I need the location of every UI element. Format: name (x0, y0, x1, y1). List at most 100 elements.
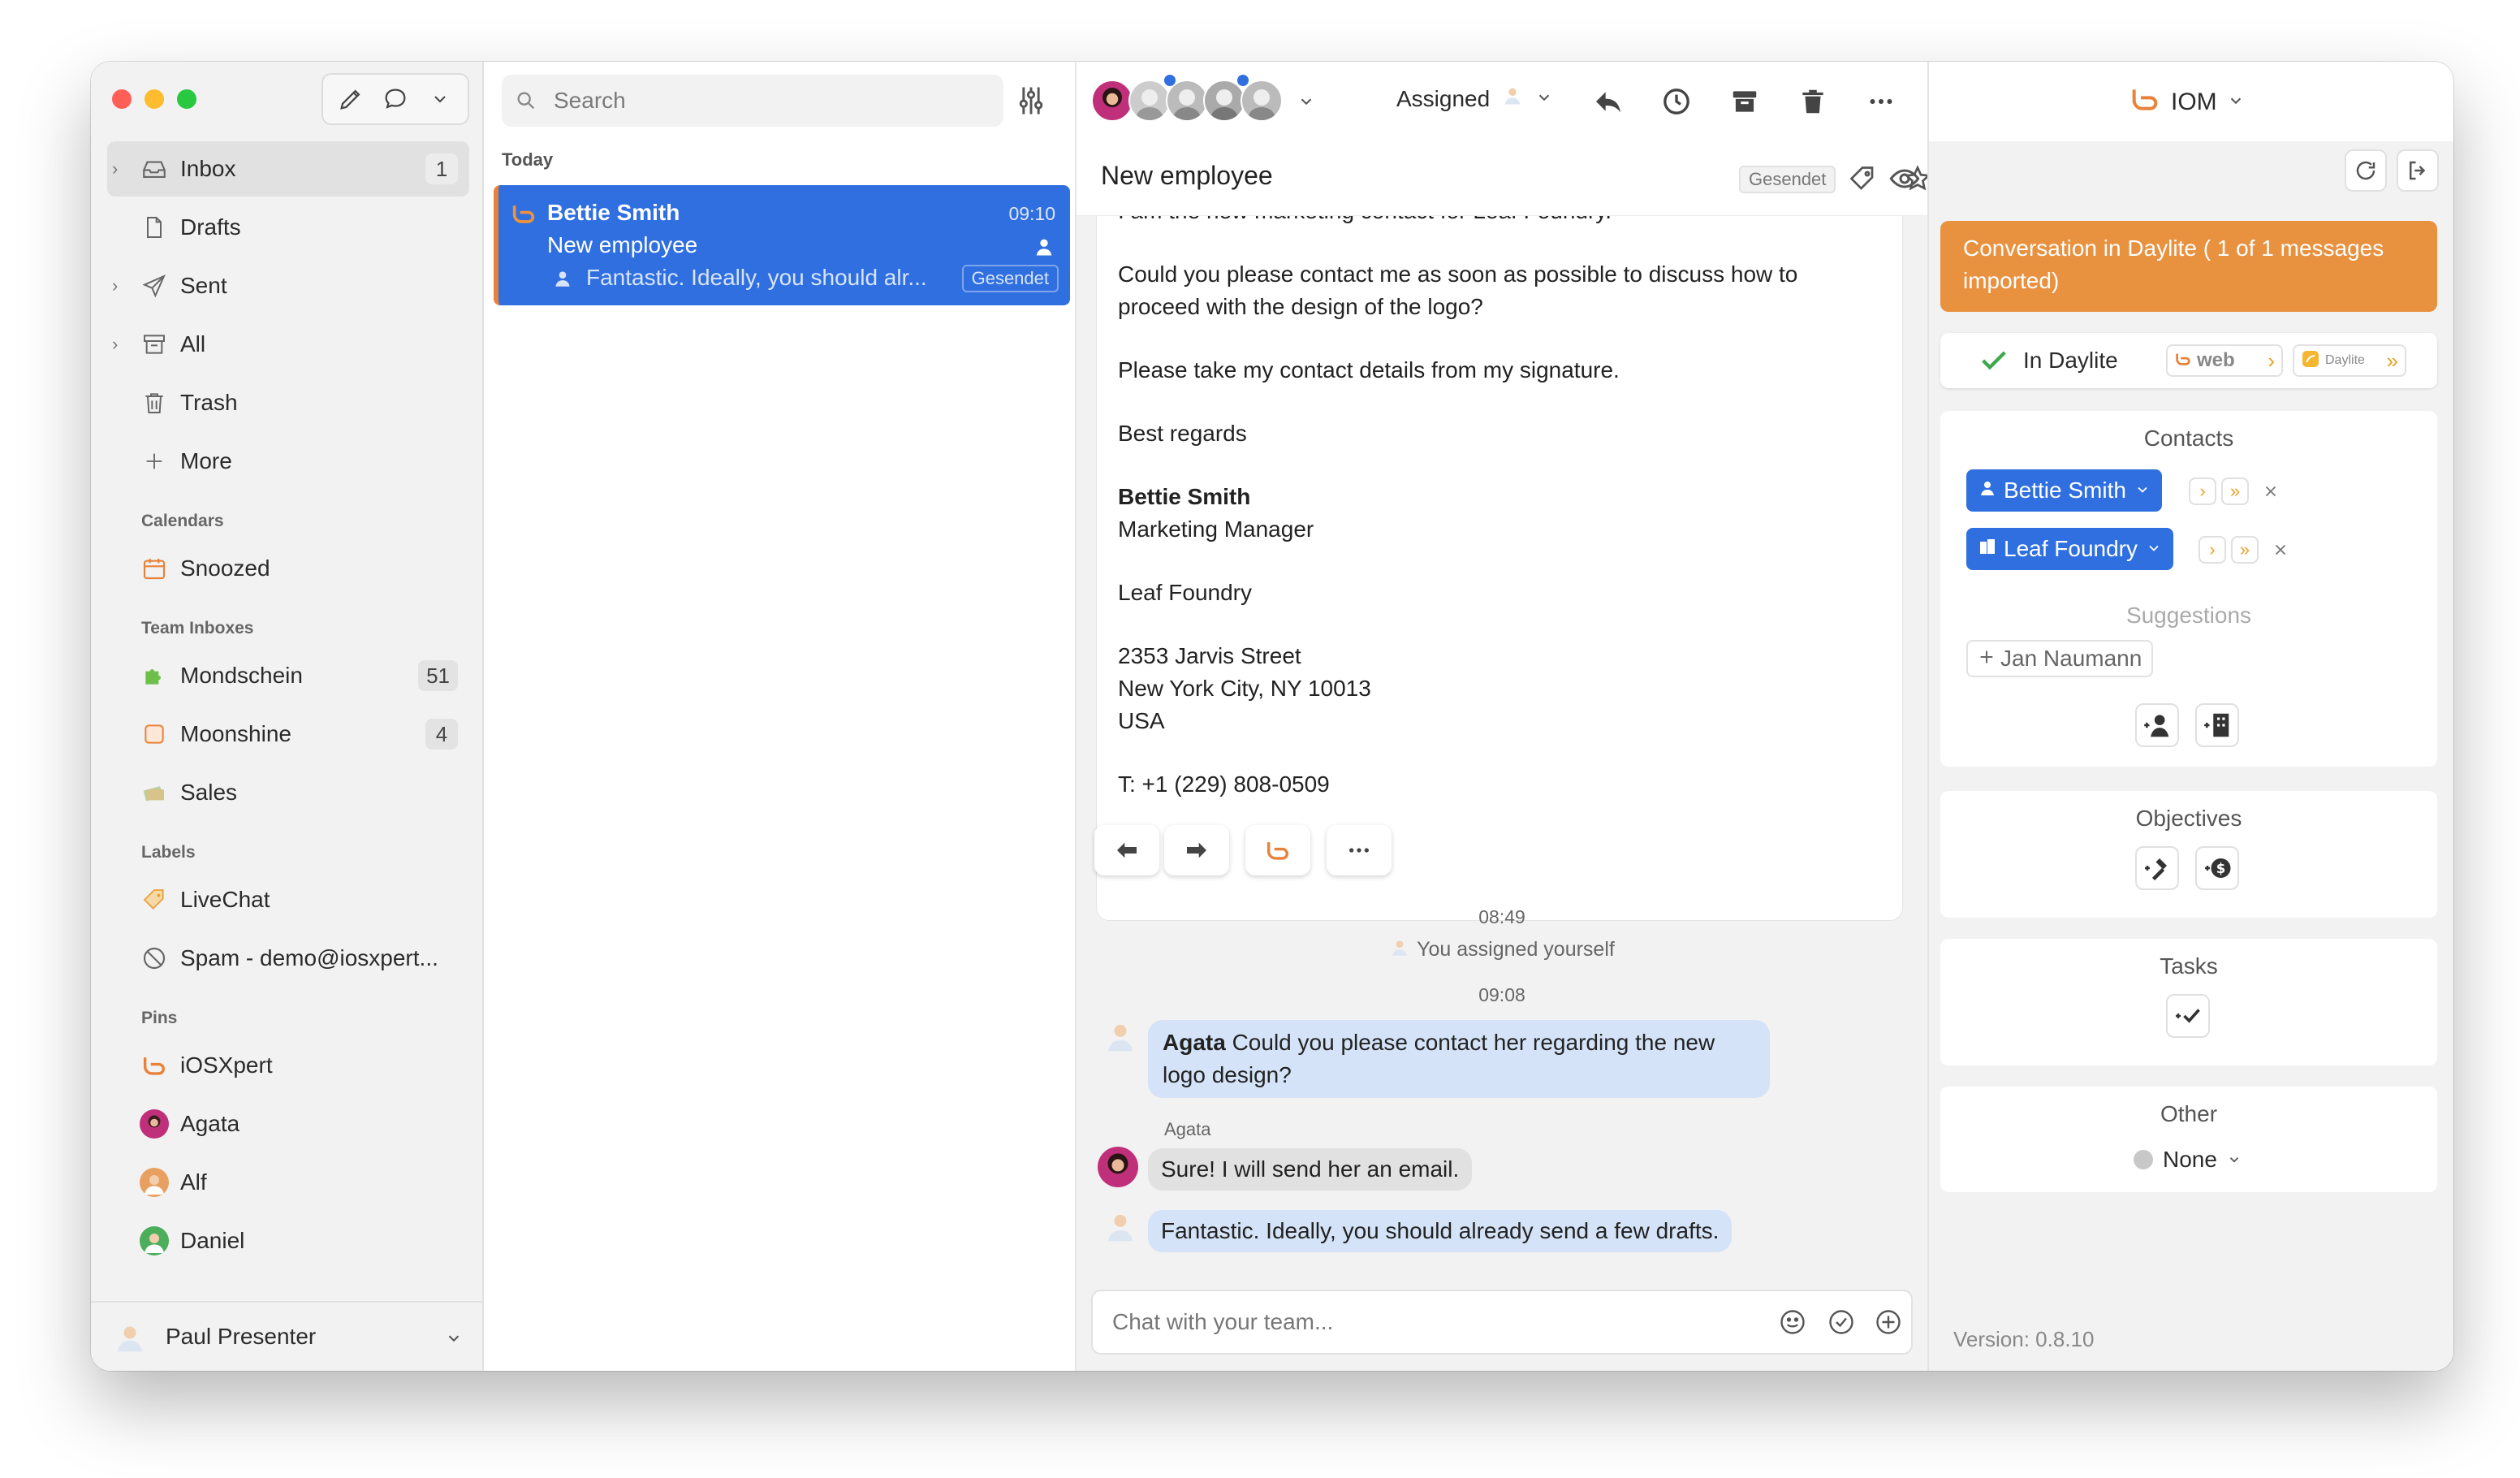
delete-trash-button[interactable] (1793, 81, 1833, 122)
chat-timestamp: 08:49 (1478, 906, 1525, 927)
address-line: 2353 Jarvis Street (1118, 643, 1301, 668)
chevron-right-icon[interactable]: › (112, 158, 128, 179)
zoom-window-button[interactable] (177, 89, 196, 109)
email-signature: Bettie Smith Marketing Manager (1118, 481, 1881, 546)
open-contact-web-button[interactable]: › (2199, 536, 2226, 564)
open-contact-daylite-button[interactable]: » (2221, 478, 2249, 505)
address-line: New York City, NY 10013 (1118, 676, 1371, 701)
chat-placeholder: Chat with your team... (1112, 1309, 1334, 1334)
chevron-down-icon[interactable] (421, 80, 460, 119)
open-in-web-button[interactable]: web › (2166, 344, 2283, 377)
emoji-icon[interactable] (1778, 1307, 1807, 1342)
sidebar-item-label: Drafts (180, 214, 241, 240)
person-icon (552, 268, 573, 293)
inbox-icon (140, 154, 169, 184)
chat-author-label: Agata (1164, 1119, 1211, 1139)
account-selector[interactable]: IOM (2129, 83, 2245, 122)
add-project-button[interactable] (2135, 846, 2179, 890)
iosxpert-logo-icon[interactable] (1245, 825, 1310, 875)
sidebar-item-moonshine[interactable]: Moonshine 4 (107, 707, 469, 762)
add-company-button[interactable] (2195, 703, 2239, 747)
person-icon (1978, 478, 1997, 503)
svg-text:$: $ (2216, 861, 2225, 876)
close-window-button[interactable] (112, 89, 132, 109)
sidebar-item-trash[interactable]: Trash (107, 375, 469, 430)
sidebar-item-snoozed[interactable]: Snoozed (107, 541, 469, 596)
tasks-panel: Tasks (1940, 939, 2437, 1065)
sidebar-item-spam[interactable]: Spam - demo@iosxpert... (107, 931, 469, 986)
search-input[interactable]: Search (502, 75, 1003, 127)
more-options-icon[interactable] (1327, 825, 1392, 875)
objectives-title: Objectives (2135, 806, 2242, 831)
chevron-right-icon[interactable]: › (112, 334, 128, 355)
current-user-name: Paul Presenter (166, 1324, 317, 1349)
compose-toolbar (321, 73, 469, 125)
message-subject: New employee (547, 232, 698, 257)
open-contact-daylite-button[interactable]: » (2231, 536, 2259, 564)
add-task-button[interactable] (2166, 994, 2210, 1038)
add-person-button[interactable] (2135, 703, 2179, 747)
other-panel: Other None (1940, 1087, 2437, 1192)
logout-icon[interactable] (2397, 149, 2439, 192)
refresh-icon[interactable] (2345, 149, 2387, 192)
sidebar-item-daniel[interactable]: Daniel (107, 1213, 469, 1268)
status-badge: Gesendet (961, 265, 1059, 292)
contacts-title: Contacts (2143, 426, 2234, 451)
avatar (1098, 1147, 1138, 1187)
current-user[interactable]: Paul Presenter (91, 1301, 482, 1371)
sidebar-item-alf[interactable]: Alf (107, 1155, 469, 1210)
tasks-title: Tasks (2160, 953, 2218, 979)
contact-chip-bettie-smith[interactable]: Bettie Smith (1966, 469, 2162, 512)
new-chat-icon[interactable] (376, 80, 415, 119)
contact-chip-leaf-foundry[interactable]: Leaf Foundry (1966, 528, 2173, 570)
sidebar-item-sales[interactable]: Sales (107, 765, 469, 820)
assignee-icon (1033, 236, 1055, 262)
sidebar-item-livechat[interactable]: LiveChat (107, 872, 469, 927)
open-in-daylite-button[interactable]: Daylite » (2293, 344, 2406, 377)
checkmark-icon (1978, 344, 2010, 381)
daylite-logo-icon (2301, 349, 2320, 373)
sidebar-item-more[interactable]: More (107, 434, 469, 489)
search-icon (515, 89, 537, 118)
sidebar-item-sent[interactable]: › Sent (107, 258, 469, 313)
sidebar-item-inbox[interactable]: › Inbox 1 (107, 141, 469, 197)
add-opportunity-button[interactable]: $ (2195, 846, 2239, 890)
message-list-item[interactable]: Bettie Smith 09:10 New employee Fantasti… (494, 185, 1070, 305)
forward-button[interactable] (1164, 825, 1229, 875)
snooze-clock-icon[interactable] (1656, 81, 1697, 122)
remove-contact-icon[interactable] (2262, 482, 2280, 504)
sidebar-item-label: More (180, 448, 232, 473)
chat-bubble: Fantastic. Ideally, you should already s… (1148, 1210, 1732, 1252)
objectives-panel: Objectives $ (1940, 791, 2437, 918)
reply-button[interactable] (1094, 825, 1159, 875)
checkmark-circle-icon[interactable] (1827, 1307, 1856, 1342)
minimize-window-button[interactable] (145, 89, 164, 109)
sidebar-item-mondschein[interactable]: Mondschein 51 (107, 648, 469, 703)
assigned-dropdown[interactable]: Assigned (1396, 84, 1553, 113)
tag-icon[interactable] (1848, 164, 1877, 197)
other-selector[interactable]: None (2134, 1147, 2242, 1173)
filter-icon[interactable] (1013, 83, 1049, 123)
sidebar-item-agata[interactable]: Agata (107, 1096, 469, 1152)
sidebar-item-drafts[interactable]: Drafts (107, 200, 469, 255)
more-options-icon[interactable] (1861, 81, 1901, 122)
avatar-icon (140, 1109, 169, 1139)
chat-timestamp: 09:08 (1478, 984, 1525, 1005)
status-dot-icon (2134, 1150, 2153, 1169)
participants-avatars[interactable] (1091, 75, 1294, 127)
eye-icon[interactable] (1888, 162, 1921, 199)
sidebar-item-all[interactable]: › All (107, 317, 469, 372)
sidebar-item-iosxpert[interactable]: iOSXpert (107, 1038, 469, 1093)
add-circle-icon[interactable] (1874, 1307, 1903, 1342)
archive-button[interactable] (1724, 81, 1765, 122)
reply-button[interactable] (1588, 81, 1629, 122)
team-chat-input[interactable]: Chat with your team... (1091, 1290, 1913, 1355)
compose-pencil-icon[interactable] (331, 80, 370, 119)
chevron-down-icon[interactable] (1297, 93, 1315, 115)
chevron-down-icon[interactable] (445, 1327, 463, 1353)
sent-icon (140, 271, 169, 300)
chevron-right-icon[interactable]: › (112, 275, 128, 296)
suggestion-chip-jan-naumann[interactable]: Jan Naumann (1966, 640, 2154, 677)
remove-contact-icon[interactable] (2272, 541, 2289, 563)
open-contact-web-button[interactable]: › (2189, 478, 2216, 505)
